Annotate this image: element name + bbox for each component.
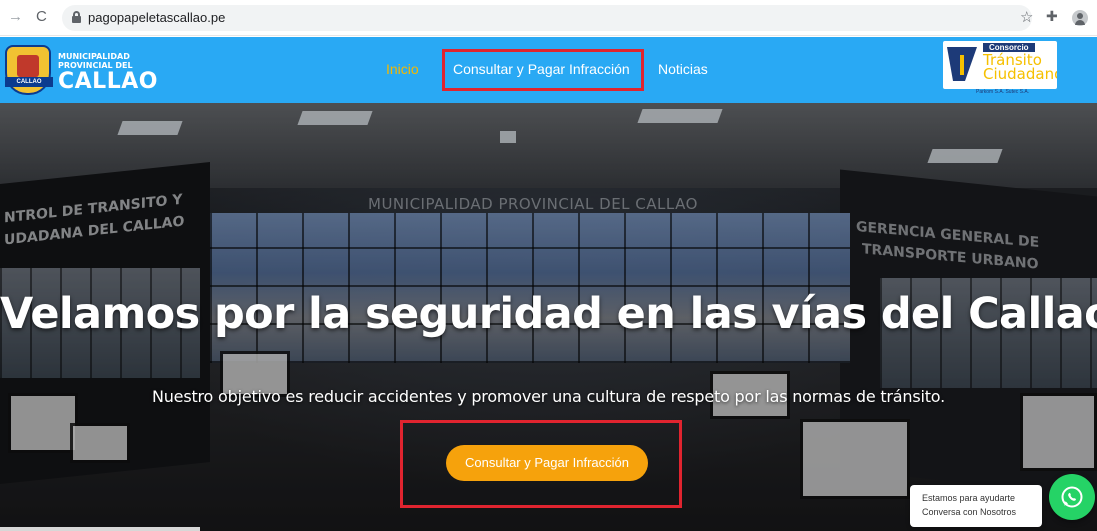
whatsapp-chat-button[interactable] bbox=[1049, 474, 1095, 520]
browser-toolbar: → C pagopapeletascallao.pe ☆ ✚ bbox=[0, 0, 1097, 36]
profile-avatar-icon[interactable] bbox=[1072, 10, 1088, 26]
nav-link-inicio[interactable]: Inicio bbox=[386, 61, 419, 77]
chat-prompt-bubble[interactable]: Estamos para ayudarte Conversa con Nosot… bbox=[910, 485, 1042, 527]
logo-line-municipalidad: MUNICIPALIDAD bbox=[58, 52, 130, 61]
municipalidad-logo[interactable]: CALLAO MUNICIPALIDAD PROVINCIAL DEL CALL… bbox=[5, 43, 158, 99]
horizontal-scrollbar[interactable] bbox=[0, 527, 200, 531]
lock-icon[interactable] bbox=[72, 11, 81, 23]
hero-subheadline: Nuestro objetivo es reducir accidentes y… bbox=[151, 387, 946, 406]
url-text[interactable]: pagopapeletascallao.pe bbox=[88, 10, 225, 25]
consultar-pagar-cta-button[interactable]: Consultar y Pagar Infracción bbox=[446, 445, 648, 481]
hero-headline: Velamos por la seguridad en las vías del… bbox=[0, 289, 1097, 339]
address-bar[interactable]: pagopapeletascallao.pe bbox=[62, 5, 1032, 31]
logo-name-callao: CALLAO bbox=[58, 69, 158, 94]
highlight-box-nav bbox=[442, 49, 644, 91]
back-arrow-icon[interactable]: → bbox=[8, 8, 23, 25]
road-mark-icon bbox=[947, 47, 977, 81]
bookmark-star-icon[interactable]: ☆ bbox=[1020, 8, 1033, 26]
chat-prompt-line1: Estamos para ayudarte bbox=[922, 493, 1016, 503]
chat-prompt-line2: Conversa con Nosotros bbox=[922, 507, 1017, 517]
logo-ciudadano-label: Ciudadano bbox=[983, 65, 1057, 83]
reload-icon[interactable]: C bbox=[36, 8, 47, 25]
callao-crest-icon: CALLAO bbox=[5, 45, 53, 95]
logo-parkom-label: Parkom S.A. Sutec S.A. bbox=[976, 89, 1030, 95]
nav-link-noticias[interactable]: Noticias bbox=[658, 61, 708, 77]
crest-ribbon: CALLAO bbox=[5, 77, 53, 87]
whatsapp-icon bbox=[1061, 486, 1083, 508]
extensions-puzzle-icon[interactable]: ✚ bbox=[1046, 8, 1058, 25]
consorcio-transito-logo[interactable]: Consorcio Tránsito Ciudadano bbox=[943, 41, 1057, 89]
